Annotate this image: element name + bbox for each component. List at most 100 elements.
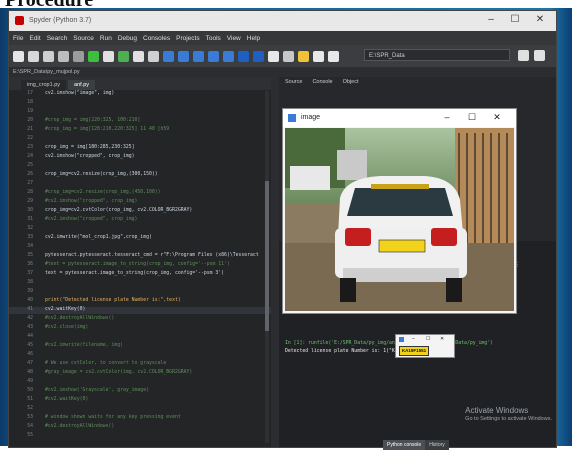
code-editor[interactable]: img_crop1.py anf.py 17 cv2.imshow("image"…	[9, 77, 271, 447]
run-icon[interactable]	[88, 50, 99, 62]
editor-scrollbar-thumb[interactable]	[265, 181, 269, 331]
code-line[interactable]: 39	[9, 289, 271, 296]
run-cell-advance-icon[interactable]	[133, 50, 144, 62]
forward-arrow-icon[interactable]	[328, 50, 339, 62]
folder-icon[interactable]	[518, 50, 529, 61]
code-line[interactable]: 32	[9, 226, 271, 233]
close-button[interactable]: ✕	[530, 14, 550, 25]
code-line[interactable]: 26 crop_img=cv2.resize(crop_img,(300,150)…	[9, 172, 271, 179]
image-window[interactable]: image – ☐ ✕	[282, 108, 517, 314]
minimize-button[interactable]: –	[481, 14, 501, 25]
plate-maximize-button[interactable]: ☐	[426, 336, 430, 342]
code-line[interactable]: 25	[9, 163, 271, 170]
code-line[interactable]: 53 # window shown waits for any key press…	[9, 415, 271, 422]
step-icon[interactable]	[178, 50, 189, 62]
code-line[interactable]: 27	[9, 181, 271, 188]
run-cell-icon[interactable]	[118, 50, 129, 62]
tab-source[interactable]: Source	[285, 79, 302, 85]
menu-tools[interactable]: Tools	[206, 35, 221, 42]
code-line[interactable]: 29 #cv2.imshow("cropped", crop_img)	[9, 199, 271, 206]
tab-console-help[interactable]: Console	[312, 79, 332, 85]
code-line[interactable]: 46	[9, 352, 271, 359]
plate-close-button[interactable]: ✕	[440, 336, 444, 342]
code-line[interactable]: 55	[9, 433, 271, 440]
code-line[interactable]: 44	[9, 334, 271, 341]
code-line[interactable]: 42 #cv2.destroyAllWindows()	[9, 316, 271, 323]
menu-debug[interactable]: Debug	[118, 35, 137, 42]
code-line[interactable]: 41 cv2.waitKey(0)	[9, 307, 271, 314]
code-line[interactable]: 21 #crop_img = img[128:210,220:325] 11 40…	[9, 127, 271, 134]
editor-scrollbar[interactable]	[265, 91, 269, 443]
python-path-icon[interactable]	[283, 50, 294, 62]
tab-img-crop1[interactable]: img_crop1.py	[21, 80, 67, 90]
maximize-button[interactable]: ☐	[505, 14, 525, 25]
tab-anf[interactable]: anf.py	[68, 80, 96, 90]
code-line[interactable]: 52	[9, 406, 271, 413]
code-line[interactable]: 28 #crop_img=cv2.resize(crop_img,(450,100…	[9, 190, 271, 197]
menu-source[interactable]: Source	[73, 35, 94, 42]
tab-python-console[interactable]: Python console	[383, 440, 426, 450]
tab-object[interactable]: Object	[343, 79, 359, 85]
code-line[interactable]: 45 #cv2.imwrite(filename, img)	[9, 343, 271, 350]
open-file-icon[interactable]	[28, 50, 39, 62]
menu-help[interactable]: Help	[247, 35, 260, 42]
debug-icon[interactable]	[163, 50, 174, 62]
code-area[interactable]: 17 cv2.imshow("image", img) 18 19 20 #crop_im…	[9, 91, 271, 443]
menu-consoles[interactable]: Consoles	[143, 35, 170, 42]
code-line[interactable]: 24 cv2.imshow("cropped", crop_img)	[9, 154, 271, 161]
step-return-icon[interactable]	[208, 50, 219, 62]
code-line[interactable]: 18	[9, 100, 271, 107]
back-arrow-icon[interactable]	[313, 50, 324, 62]
code-line[interactable]: 34	[9, 244, 271, 251]
code-line[interactable]: 17 cv2.imshow("image", img)	[9, 91, 271, 98]
preferences-icon[interactable]	[268, 50, 279, 62]
save-all-icon[interactable]	[58, 50, 69, 62]
title-bar[interactable]: Spyder (Python 3.7) – ☐ ✕	[9, 11, 556, 31]
code-line[interactable]: 37 text = pytesseract.image_to_string(cro…	[9, 271, 271, 278]
code-line[interactable]: 51 #cv2.waitKey(0)	[9, 397, 271, 404]
stop-debug-icon[interactable]	[238, 50, 249, 62]
code-line[interactable]: 33 cv2.imwrite("mol_crop1.jpg",crop_img)	[9, 235, 271, 242]
menu-view[interactable]: View	[227, 35, 241, 42]
code-line[interactable]: 48 #gray_image = cv2.cvtColor(img, cv2.CO…	[9, 370, 271, 377]
code-line[interactable]: 40 print("Detected license plate Number i…	[9, 298, 271, 305]
tab-history[interactable]: History	[425, 440, 449, 450]
menu-file[interactable]: File	[13, 35, 23, 42]
working-directory-input[interactable]: E:\SPR_Data	[364, 49, 510, 61]
run-file-icon[interactable]	[103, 50, 114, 62]
plate-window-titlebar[interactable]: – ☐ ✕	[396, 335, 454, 344]
print-icon[interactable]	[73, 50, 84, 62]
new-file-icon[interactable]	[13, 50, 24, 62]
code-line[interactable]: 19	[9, 109, 271, 116]
rerun-icon[interactable]	[148, 50, 159, 62]
code-line[interactable]: 35 pytesseract.pytesseract.tesseract_cmd …	[9, 253, 271, 260]
menu-projects[interactable]: Projects	[176, 35, 199, 42]
code-line[interactable]: 50 #cv2.imshow('Grayscale', gray_image)	[9, 388, 271, 395]
code-line[interactable]: 20 #crop_img = img[220:325, 100:210]	[9, 118, 271, 125]
code-line[interactable]: 31 #cv2.imshow("cropped", crop_img)	[9, 217, 271, 224]
menu-run[interactable]: Run	[100, 35, 112, 42]
code-line[interactable]: 38	[9, 280, 271, 287]
wrench-icon[interactable]	[298, 50, 309, 62]
image-minimize-button[interactable]: –	[437, 112, 457, 122]
code-line[interactable]: 23 crop_img = img[180:285,230:325]	[9, 145, 271, 152]
save-icon[interactable]	[43, 50, 54, 62]
code-line[interactable]: 47 # We use cvtColor, to convert to grays…	[9, 361, 271, 368]
code-line[interactable]: 36 #text = pytesseract.image_to_string(cr…	[9, 262, 271, 269]
plate-window[interactable]: – ☐ ✕ KA19F1551	[395, 334, 455, 358]
image-close-button[interactable]: ✕	[487, 112, 507, 123]
image-maximize-button[interactable]: ☐	[462, 112, 482, 123]
code-line[interactable]: 22	[9, 136, 271, 143]
menu-edit[interactable]: Edit	[29, 35, 40, 42]
step-into-icon[interactable]	[193, 50, 204, 62]
continue-icon[interactable]	[223, 50, 234, 62]
image-window-titlebar[interactable]: image – ☐ ✕	[283, 109, 516, 127]
code-line[interactable]: 54 #cv2.destroyAllWindows()	[9, 424, 271, 431]
menu-search[interactable]: Search	[47, 35, 68, 42]
plate-minimize-button[interactable]: –	[412, 336, 415, 342]
code-line[interactable]: 49	[9, 379, 271, 386]
maximize-pane-icon[interactable]	[253, 50, 264, 62]
up-arrow-icon[interactable]	[534, 50, 545, 61]
code-line[interactable]: 43 #cv2.close(img)	[9, 325, 271, 332]
code-line[interactable]: 30 crop_img=cv2.cvtColor(crop_img, cv2.CO…	[9, 208, 271, 215]
